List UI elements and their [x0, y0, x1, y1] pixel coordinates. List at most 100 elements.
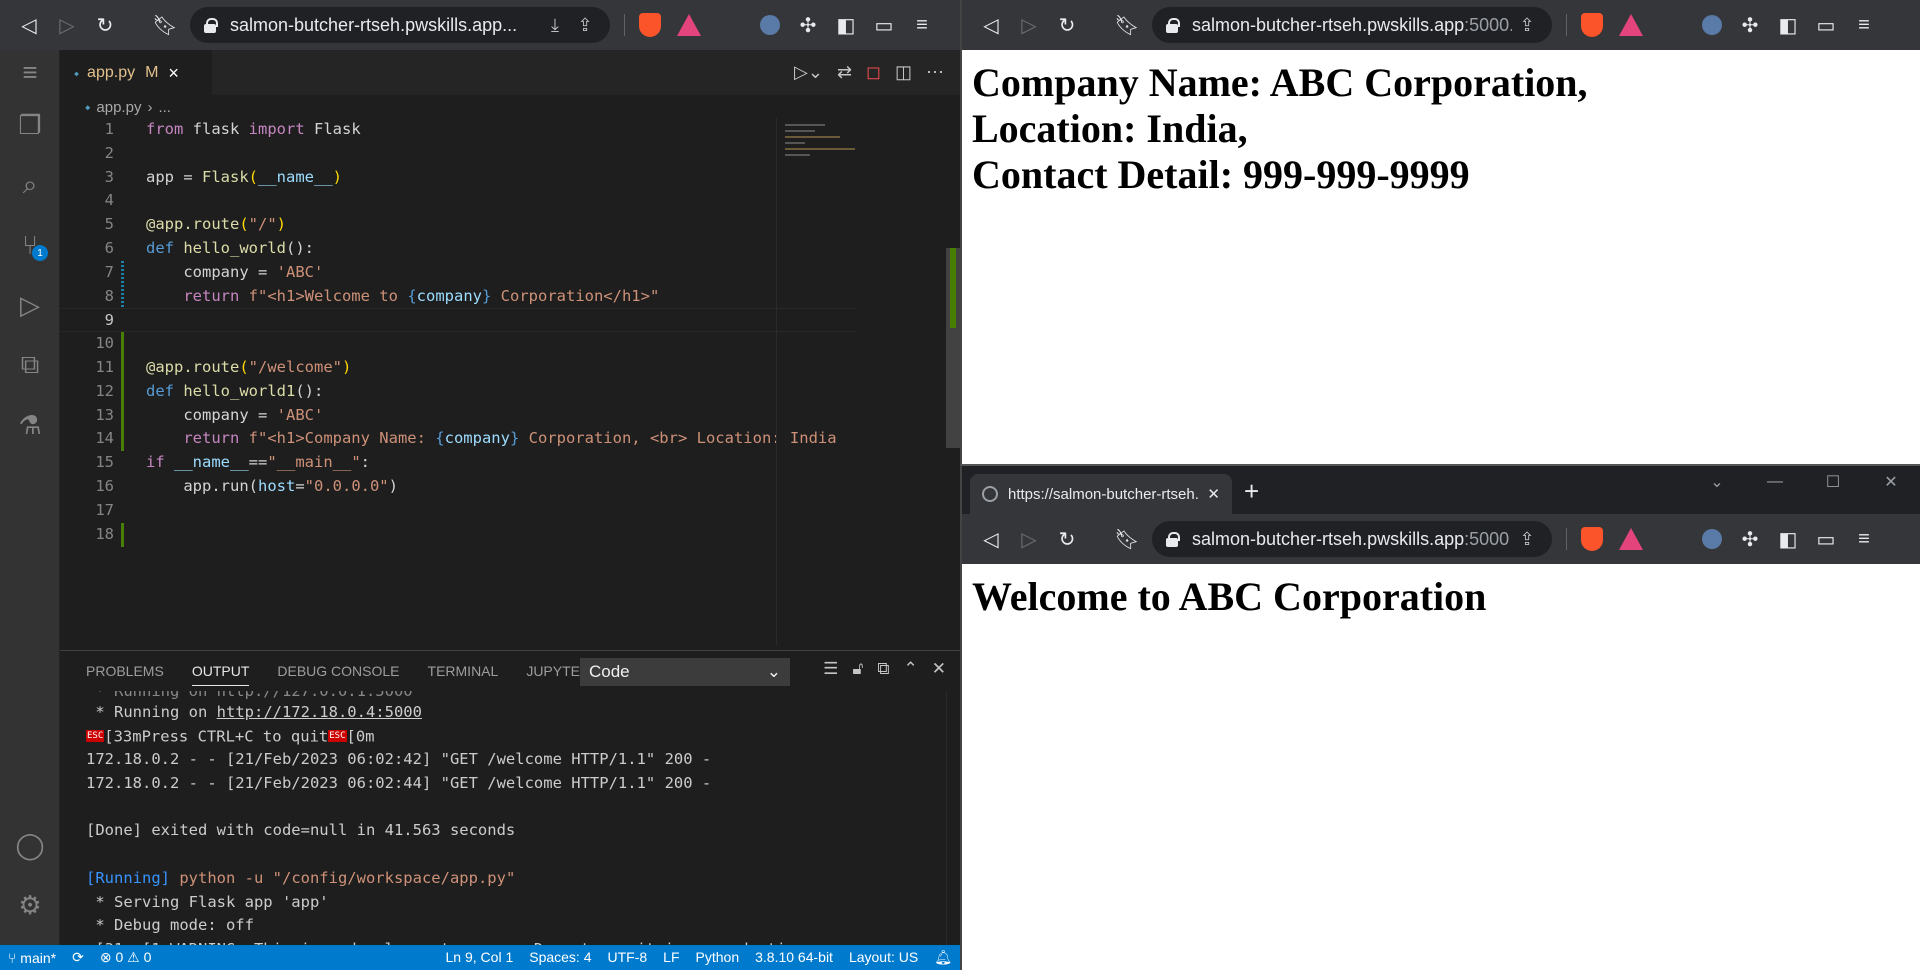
cursor-extension-icon[interactable]	[751, 6, 789, 44]
close-panel-icon[interactable]: ✕	[932, 659, 946, 679]
open-changes-icon[interactable]: ⇄	[837, 62, 852, 83]
brave-rewards-icon[interactable]	[1619, 528, 1643, 550]
brave-shields-icon[interactable]	[1581, 527, 1603, 551]
tab-search-icon[interactable]: ⌄	[1688, 466, 1746, 498]
share-icon[interactable]: ⇪	[570, 15, 600, 36]
brave-rewards-icon[interactable]	[677, 14, 701, 36]
tab-app-py[interactable]: ⬩ app.py M ×	[60, 50, 212, 95]
accounts-icon[interactable]: ◯	[0, 815, 60, 875]
page-content: Company Name: ABC Corporation, Location:…	[962, 50, 1920, 464]
tab-problems[interactable]: PROBLEMS	[86, 663, 164, 679]
run-python-icon[interactable]: ▷⌄	[794, 62, 823, 83]
menu-icon[interactable]: ≡	[1845, 6, 1883, 44]
code-line-current: 9	[60, 308, 857, 333]
gutter-added-marker	[121, 355, 124, 380]
forward-icon[interactable]: ▷	[1010, 6, 1048, 44]
settings-gear-icon[interactable]: ⚙	[0, 875, 60, 935]
back-icon[interactable]: ◁	[972, 520, 1010, 558]
panel-scrollbar[interactable]	[946, 691, 960, 946]
address-bar[interactable]: salmon-butcher-rtseh.pwskills.app:5000 ⇪	[1152, 521, 1552, 557]
code-editor[interactable]: 1 from flask import Flask 2 3 app = Flask(…	[60, 118, 857, 703]
wallet-icon[interactable]: ▭	[865, 6, 903, 44]
reload-icon[interactable]: ↻	[86, 6, 124, 44]
menu-icon[interactable]: ≡	[1845, 520, 1883, 558]
end-of-line[interactable]: LF	[655, 949, 687, 966]
search-icon[interactable]: ⌕	[0, 155, 60, 215]
tab-debug-console[interactable]: DEBUG CONSOLE	[277, 663, 399, 679]
language-mode[interactable]: Python	[688, 949, 748, 966]
forward-icon[interactable]: ▷	[1010, 520, 1048, 558]
bookmark-icon[interactable]: 🔖︎	[1108, 520, 1146, 558]
extensions-icon[interactable]: ✣	[1731, 520, 1769, 558]
lock-scroll-icon[interactable]: 🔓︎	[852, 659, 863, 679]
notifications-bell-icon[interactable]: 🔔︎	[926, 949, 960, 966]
browser-tab[interactable]: https://salmon-butcher-rtseh.pwskills ✕	[970, 474, 1232, 514]
open-in-editor-icon[interactable]: ⧉	[877, 659, 889, 679]
sync-icon[interactable]: ⟳	[64, 949, 92, 966]
close-window-icon[interactable]: ✕	[1862, 466, 1920, 498]
brave-shields-icon[interactable]	[1581, 13, 1603, 37]
output-link[interactable]: http://172.18.0.4:5000	[217, 703, 422, 721]
share-icon[interactable]: ⇪	[1512, 15, 1542, 36]
bookmark-icon[interactable]: 🔖︎	[146, 6, 184, 44]
run-debug-icon[interactable]: ▷	[0, 275, 60, 335]
cursor-extension-icon[interactable]	[1693, 6, 1731, 44]
sidebar-icon[interactable]: ◧	[1769, 520, 1807, 558]
stop-icon[interactable]: ◻	[866, 62, 881, 83]
problems-indicator[interactable]: ⊗ 0 ⚠ 0	[92, 949, 160, 966]
tab-terminal[interactable]: TERMINAL	[428, 663, 499, 679]
sidebar-icon[interactable]: ◧	[1769, 6, 1807, 44]
install-icon[interactable]: ⤓	[540, 15, 570, 36]
output-log[interactable]: * Running on http://127.0.0.1:5000 * Run…	[86, 691, 950, 950]
forward-icon[interactable]: ▷	[48, 6, 86, 44]
code-line: 7 company = 'ABC'	[60, 260, 857, 285]
wallet-icon[interactable]: ▭	[1807, 6, 1845, 44]
explorer-icon[interactable]: ❐	[0, 95, 60, 155]
extensions-icon[interactable]: ⧉	[0, 335, 60, 395]
output-channel-select[interactable]: Code ⌄	[580, 658, 790, 686]
share-icon[interactable]: ⇪	[1512, 529, 1542, 550]
tab-output[interactable]: OUTPUT	[191, 663, 250, 686]
encoding[interactable]: UTF-8	[600, 949, 656, 966]
clear-output-icon[interactable]: ☰	[823, 659, 838, 679]
address-bar[interactable]: salmon-butcher-rtseh.pwskills.app... ⤓ ⇪	[190, 7, 610, 43]
testing-icon[interactable]: ⚗	[0, 395, 60, 455]
wallet-icon[interactable]: ▭	[1807, 520, 1845, 558]
extensions-icon[interactable]: ✣	[789, 6, 827, 44]
new-tab-icon[interactable]: +	[1244, 476, 1259, 507]
keyboard-layout[interactable]: Layout: US	[841, 949, 926, 966]
menu-icon[interactable]: ≡	[903, 6, 941, 44]
maximize-icon[interactable]: ☐	[1804, 466, 1862, 498]
menu-icon[interactable]: ≡	[0, 50, 60, 95]
breadcrumb-more[interactable]: ...	[158, 99, 171, 116]
brave-rewards-icon[interactable]	[1619, 14, 1643, 36]
output-channel-value: Code	[589, 662, 630, 681]
back-icon[interactable]: ◁	[10, 6, 48, 44]
source-control-icon[interactable]: ⑂	[0, 215, 60, 275]
extensions-icon[interactable]: ✣	[1731, 6, 1769, 44]
editor-vertical-scrollbar[interactable]	[946, 118, 960, 703]
address-bar[interactable]: salmon-butcher-rtseh.pwskills.app:5000..…	[1152, 7, 1552, 43]
code-text: @app.route("/")	[146, 215, 287, 234]
tab-close-icon[interactable]: ×	[168, 63, 179, 84]
bookmark-icon[interactable]: 🔖︎	[1108, 6, 1146, 44]
reload-icon[interactable]: ↻	[1048, 6, 1086, 44]
minimap[interactable]	[776, 118, 861, 646]
cursor-position[interactable]: Ln 9, Col 1	[438, 949, 522, 966]
gutter-added-marker	[121, 522, 124, 547]
python-file-icon: ⬩	[74, 64, 80, 81]
sidebar-icon[interactable]: ◧	[827, 6, 865, 44]
more-actions-icon[interactable]: ⋯	[926, 62, 944, 83]
maximize-panel-icon[interactable]: ⌃	[904, 659, 918, 679]
breadcrumb-file[interactable]: app.py	[96, 99, 141, 116]
indentation[interactable]: Spaces: 4	[521, 949, 599, 966]
brave-shields-icon[interactable]	[639, 13, 661, 37]
cursor-extension-icon[interactable]	[1693, 520, 1731, 558]
back-icon[interactable]: ◁	[972, 6, 1010, 44]
split-editor-icon[interactable]: ◫	[895, 62, 912, 83]
reload-icon[interactable]: ↻	[1048, 520, 1086, 558]
tab-close-icon[interactable]: ✕	[1207, 485, 1220, 503]
minimize-icon[interactable]: —	[1746, 466, 1804, 498]
branch-indicator[interactable]: ⑂ main*	[0, 950, 64, 966]
python-interpreter[interactable]: 3.8.10 64-bit	[747, 949, 841, 966]
